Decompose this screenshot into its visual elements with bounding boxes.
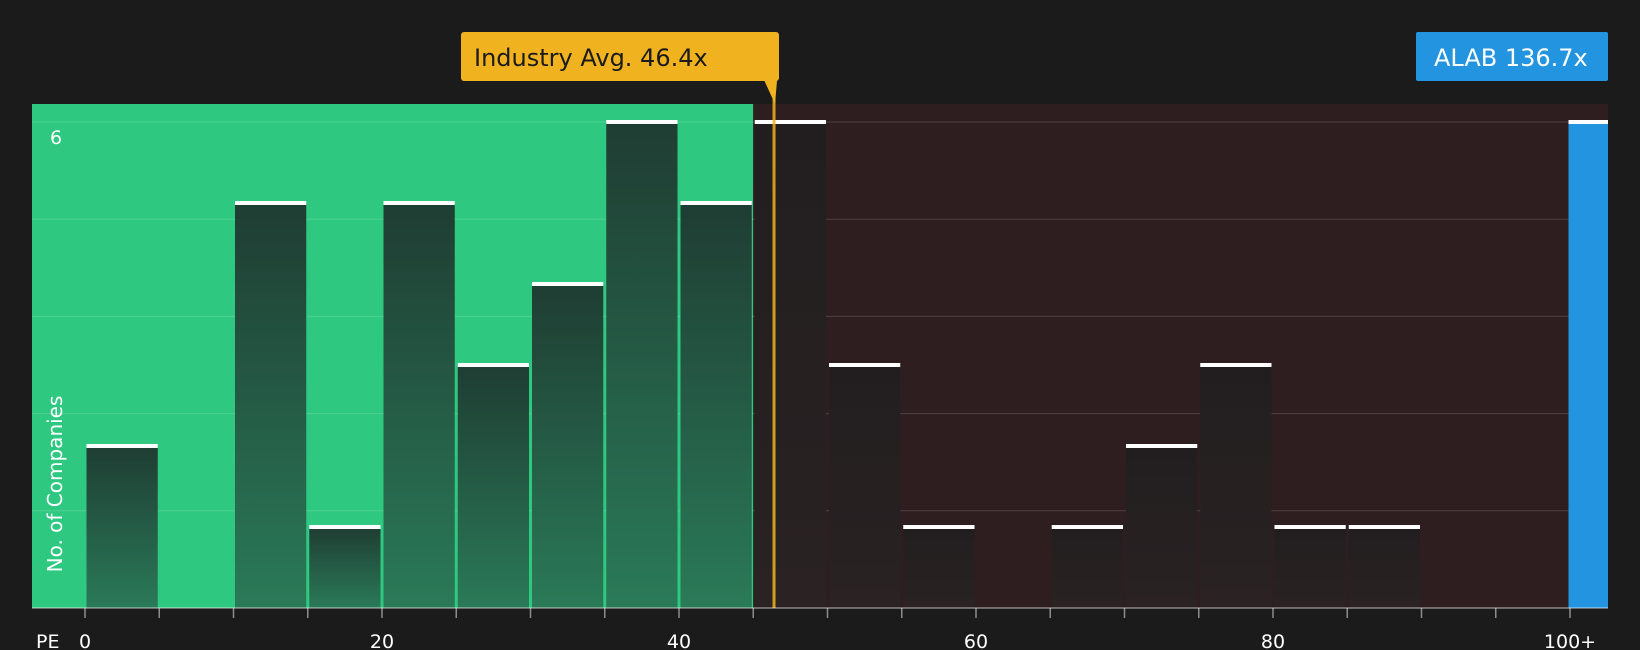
histogram-bar (680, 203, 752, 608)
x-tick-label: 80 (1261, 631, 1285, 650)
industry-average-label: Industry Avg. 46.4x (474, 44, 708, 72)
histogram-bar-cap (1126, 444, 1198, 448)
histogram-bar-cap (1200, 363, 1272, 367)
histogram-bar-cap (457, 363, 529, 367)
company-bar-cap (1568, 120, 1608, 124)
x-tick-label: 0 (79, 631, 91, 650)
histogram-bar (1274, 527, 1346, 608)
histogram-bar (457, 365, 529, 608)
histogram-bar (606, 122, 678, 608)
chart-svg: Industry Avg. 46.4x ALAB 136.7x 0 20 40 60 8… (32, 32, 1608, 650)
histogram-bar (86, 446, 158, 608)
histogram-bar-cap (1274, 525, 1346, 529)
histogram-bar-cap (383, 201, 455, 205)
histogram-bar-cap (903, 525, 975, 529)
histogram-bar-cap (1051, 525, 1123, 529)
x-axis-label: PE (36, 631, 59, 650)
histogram-bar-cap (606, 120, 678, 124)
company-marker: ALAB 136.7x (1416, 32, 1608, 81)
company-label: ALAB 136.7x (1434, 44, 1588, 72)
y-axis-label: No. of Companies (43, 396, 67, 573)
histogram-bar (829, 365, 901, 608)
histogram-bar-cap (680, 201, 752, 205)
histogram-bar-cap (754, 120, 826, 124)
histogram-bar (235, 203, 307, 608)
histogram-bar-cap (1348, 525, 1420, 529)
histogram-bar-cap (829, 363, 901, 367)
histogram-bar (309, 527, 381, 608)
histogram-bar-cap (532, 282, 604, 286)
histogram-bar-cap (235, 201, 307, 205)
histogram-bar (754, 122, 826, 608)
histogram-bar (1051, 527, 1123, 608)
x-tick-label: 100+ (1544, 631, 1596, 650)
histogram-bar (903, 527, 975, 608)
x-tick-label: 20 (370, 631, 394, 650)
histogram-bar (1200, 365, 1272, 608)
x-tick-label: 60 (964, 631, 988, 650)
histogram-bar-cap (309, 525, 381, 529)
y-tick-label: 6 (50, 127, 62, 149)
industry-average-pointer (764, 80, 778, 104)
x-tick-label: 40 (667, 631, 691, 650)
histogram-bar-cap (86, 444, 158, 448)
histogram-bar (383, 203, 455, 608)
pe-distribution-chart: Industry Avg. 46.4x ALAB 136.7x 0 20 40 60 8… (0, 0, 1640, 650)
company-bar (1568, 122, 1608, 608)
histogram-bar (1348, 527, 1420, 608)
histogram-bar (532, 284, 604, 608)
histogram-bar (1126, 446, 1198, 608)
